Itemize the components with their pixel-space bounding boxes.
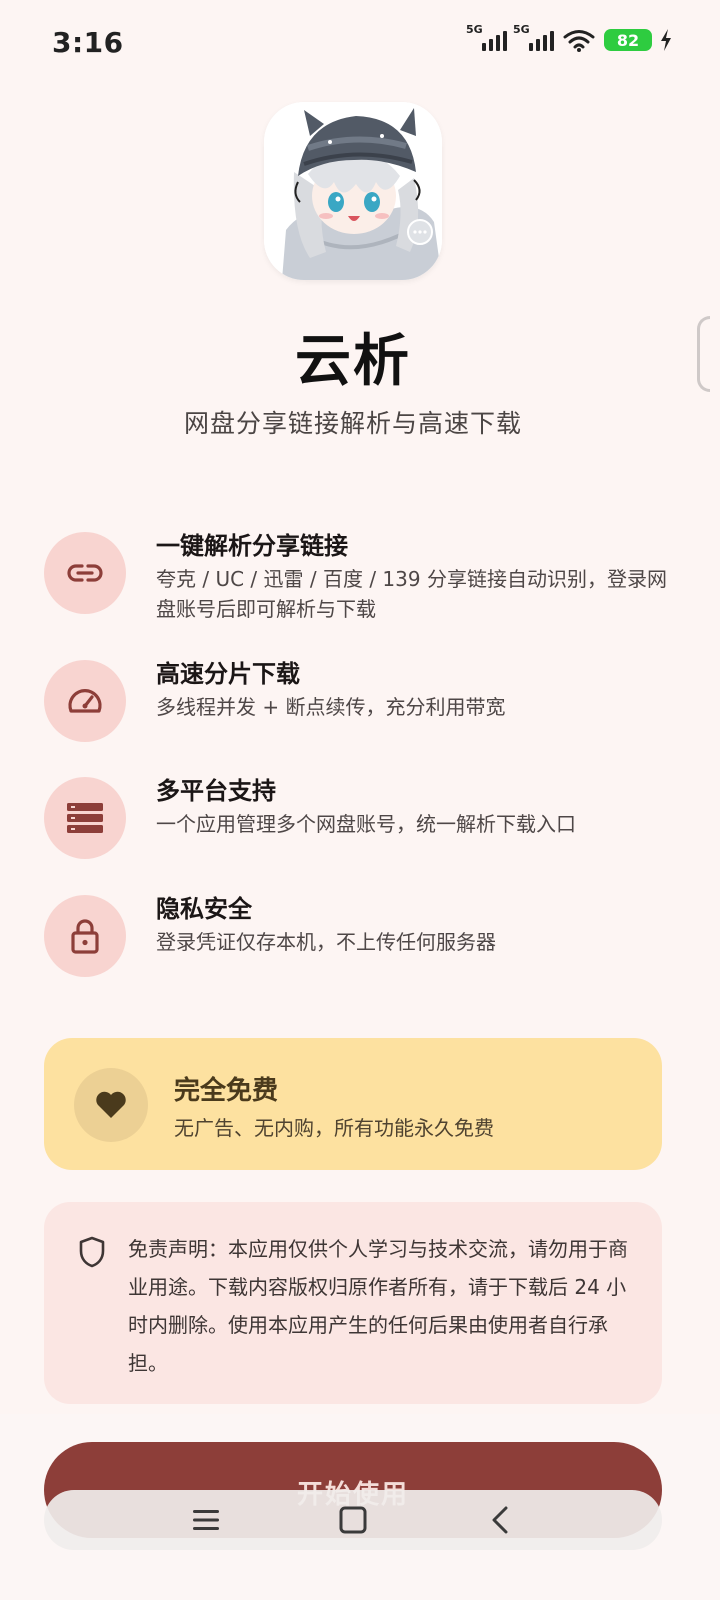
- link-icon: [44, 532, 126, 614]
- app-icon: [264, 102, 442, 280]
- feature-title: 高速分片下载: [156, 660, 300, 688]
- feature-description: 多线程并发 + 断点续传，充分利用带宽: [156, 695, 506, 719]
- feature-title: 多平台支持: [156, 777, 276, 805]
- home-icon[interactable]: [333, 1504, 373, 1536]
- status-time: 3:16: [52, 26, 124, 59]
- disclaimer-text: 免责声明：本应用仅供个人学习与技术交流，请勿用于商业用途。下载内容版权归原作者所…: [128, 1237, 628, 1375]
- lock-icon: [44, 895, 126, 977]
- free-card-title: 完全免费: [174, 1076, 279, 1106]
- feature-description: 登录凭证仅存本机，不上传任何服务器: [156, 930, 496, 954]
- charging-icon: [661, 29, 671, 51]
- app-title: 云析: [295, 329, 411, 394]
- status-icons: 5G 5G 82: [466, 23, 672, 52]
- disclaimer-card: 免责声明：本应用仅供个人学习与技术交流，请勿用于商业用途。下载内容版权归原作者所…: [44, 1202, 662, 1404]
- menu-icon[interactable]: [186, 1504, 226, 1536]
- speedometer-icon: [44, 660, 126, 742]
- shield-icon: [79, 1236, 105, 1268]
- free-card-description: 无广告、无内购，所有功能永久免费: [174, 1116, 494, 1140]
- status-bar: 3:16 5G 5G 82: [0, 0, 720, 92]
- signal-icon: 5G: [466, 23, 507, 51]
- battery-indicator: 82: [604, 29, 652, 51]
- signal-icon: 5G: [513, 23, 554, 51]
- navigation-bar: [44, 1490, 662, 1550]
- free-card: 完全免费 无广告、无内购，所有功能永久免费: [44, 1038, 662, 1170]
- back-icon[interactable]: [480, 1504, 520, 1536]
- feature-title: 一键解析分享链接: [156, 532, 348, 560]
- network-type-label: 5G: [513, 23, 530, 36]
- wifi-icon: [563, 30, 595, 52]
- app-subtitle: 网盘分享链接解析与高速下载: [183, 409, 522, 438]
- feature-title: 隐私安全: [156, 895, 252, 923]
- heart-icon: [74, 1068, 148, 1142]
- storage-icon: [44, 777, 126, 859]
- feature-description: 一个应用管理多个网盘账号，统一解析下载入口: [156, 812, 576, 836]
- network-type-label: 5G: [466, 23, 483, 36]
- feature-description: 夸克 / UC / 迅雷 / 百度 / 139 分享链接自动识别，登录网盘账号后…: [156, 567, 667, 621]
